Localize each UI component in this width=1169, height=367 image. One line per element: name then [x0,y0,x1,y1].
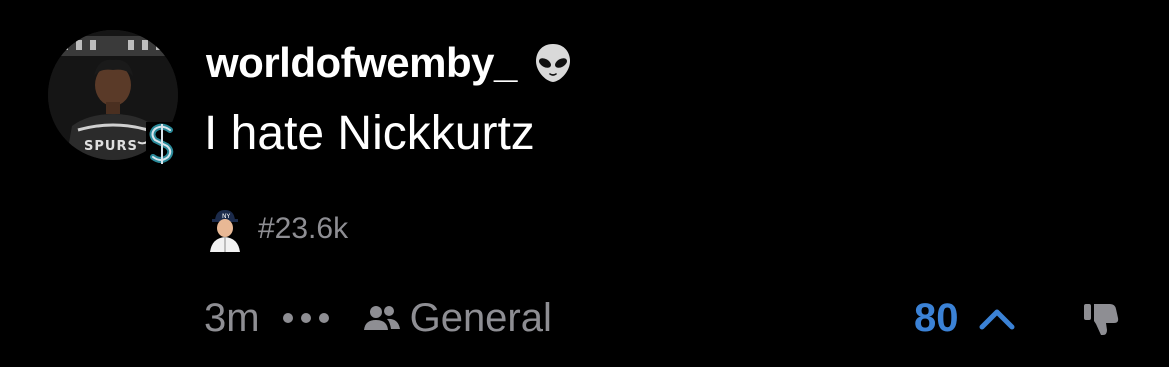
thumbs-down-icon[interactable] [1080,296,1122,338]
avatar-badge-text: SPURS [84,139,138,154]
chevron-up-icon [979,309,1014,330]
post-text: I hate Nickkurtz [204,107,535,160]
alien-icon [535,44,570,82]
tag-avatar-icon: NY [210,210,240,252]
community-link[interactable]: General [362,296,552,341]
tag-row[interactable]: NY #23.6k [206,206,348,252]
username-row: worldofwemby_ [206,38,575,88]
people-icon [363,306,400,330]
team-badge-icon [146,122,178,166]
upvote-button[interactable]: 80 [914,290,1017,346]
vote-count: 80 [914,295,959,340]
username[interactable]: worldofwemby_ [206,42,517,84]
more-options-icon[interactable] [280,308,332,328]
community-label: General [409,295,552,340]
svg-text:NY: NY [222,213,230,220]
post-time: 3m [204,295,260,340]
post-footer: 3m General [204,290,552,346]
tag-label: #23.6k [258,212,349,245]
